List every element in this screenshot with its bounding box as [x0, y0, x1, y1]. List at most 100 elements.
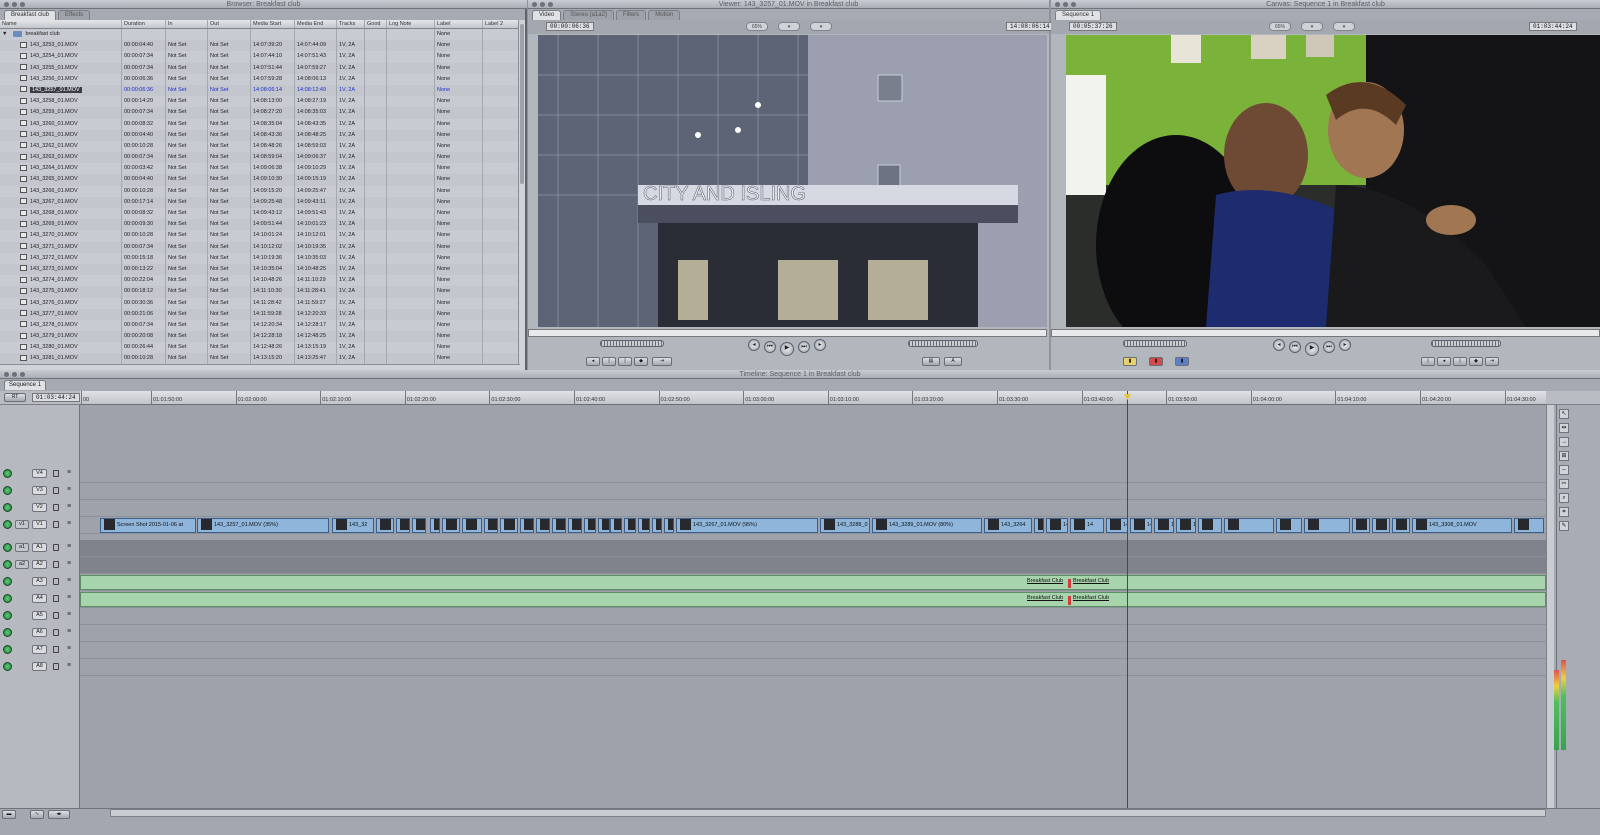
audio-lane[interactable] — [80, 625, 1546, 642]
timeline-current-timecode[interactable]: 01:03:44:24 — [32, 393, 80, 402]
canvas-prev-edit-button[interactable]: ⏮ — [1289, 341, 1301, 353]
col-media-start[interactable]: Media Start — [251, 20, 295, 28]
col-name[interactable]: Name — [0, 20, 122, 28]
browser-vertical-scrollbar[interactable] — [518, 20, 525, 370]
timeline-ruler[interactable]: 00 01:01:50:00 01:02:00:00 01:02:10:00 01:02… — [80, 391, 1546, 405]
auto-select-icon[interactable]: ≡ — [67, 662, 74, 670]
video-clip[interactable]: 143_3264 — [984, 518, 1032, 533]
col-media-end[interactable]: Media End — [295, 20, 337, 28]
canvas-mark-in-button[interactable]: | — [1421, 357, 1435, 366]
video-clip[interactable]: 143_3303 — [1106, 518, 1128, 533]
lock-icon[interactable] — [53, 629, 59, 636]
browser-row[interactable]: 143_3254_01.MOV 00:00:07:34 Not Set Not Set… — [0, 51, 520, 63]
zoom-slider-button[interactable]: ◂▸ — [48, 810, 70, 819]
video-clip[interactable] — [1372, 518, 1390, 533]
video-clip[interactable] — [568, 518, 582, 533]
lock-icon[interactable] — [53, 578, 59, 585]
video-clip[interactable] — [664, 518, 674, 533]
video-lane[interactable] — [80, 500, 1546, 517]
source-control-a2[interactable]: a2 — [15, 560, 29, 569]
browser-row[interactable]: 143_3278_01.MOV 00:00:07:34 Not Set Not Set… — [0, 319, 520, 332]
viewer-recent-clips-button[interactable]: ▤ — [922, 357, 940, 366]
auto-select-icon[interactable]: ≡ — [67, 469, 74, 477]
browser-row[interactable]: 143_3271_01.MOV 00:00:07:34 Not Set Not Set… — [0, 241, 520, 253]
video-clip[interactable]: 143_32 — [332, 518, 374, 533]
rt-popup[interactable]: RT — [4, 393, 26, 402]
audio-lane[interactable] — [80, 557, 1546, 574]
viewer-mark-out-button[interactable]: | — [618, 357, 632, 366]
viewer-play-button[interactable]: ▶ — [780, 342, 794, 356]
folder-row[interactable]: ▼ breakfast club None — [0, 29, 520, 41]
lock-icon[interactable] — [53, 595, 59, 602]
browser-row[interactable]: 143_3270_01.MOV 00:00:10:28 Not Set Not Set… — [0, 230, 520, 242]
tab-breakfast-club[interactable]: Breakfast club — [4, 10, 57, 20]
track-name[interactable]: V4 — [32, 469, 47, 478]
edit-selection-tool-icon[interactable]: ⇹ — [1559, 423, 1569, 433]
browser-row[interactable]: 143_3266_01.MOV 00:00:10:28 Not Set Not Set… — [0, 185, 520, 197]
slip-tool-icon[interactable]: ⇔ — [1559, 465, 1569, 475]
track-name[interactable]: A7 — [32, 645, 47, 654]
viewer-current-timecode[interactable]: 14:08:06:14 — [1006, 22, 1054, 31]
canvas-mark-clip-button[interactable]: ◂ — [1437, 357, 1451, 366]
source-control-v1[interactable]: v1 — [15, 520, 29, 529]
video-clip[interactable]: 143_3257_01.MOV (35%) — [197, 518, 329, 533]
auto-select-icon[interactable]: ≡ — [67, 594, 74, 602]
video-clip[interactable] — [396, 518, 410, 533]
viewer-play-in-to-out-button[interactable]: ◂ — [748, 339, 760, 351]
audio-lane[interactable] — [80, 608, 1546, 625]
auto-select-icon[interactable]: ≡ — [67, 577, 74, 585]
roll-tool-icon[interactable]: ⊞ — [1559, 451, 1569, 461]
browser-row[interactable]: 143_3261_01.MOV 00:00:04:40 Not Set Not Set… — [0, 129, 520, 141]
track-select-tool-icon[interactable]: → — [1559, 437, 1569, 447]
track-name[interactable]: A4 — [32, 594, 47, 603]
viewer-zoom-popup[interactable]: 65% — [746, 22, 768, 31]
auto-select-icon[interactable]: ≡ — [67, 560, 74, 568]
track-visibility-icon[interactable] — [3, 662, 12, 671]
video-clip[interactable] — [1198, 518, 1222, 533]
lock-icon[interactable] — [53, 612, 59, 619]
track-visibility-icon[interactable] — [3, 577, 12, 586]
canvas-jog-control[interactable] — [1431, 340, 1501, 347]
window-controls[interactable] — [4, 2, 25, 7]
video-lane[interactable] — [80, 483, 1546, 500]
tab-video[interactable]: Video — [532, 10, 562, 20]
canvas-view-popup[interactable]: ▾ — [1301, 22, 1323, 31]
video-clip[interactable] — [462, 518, 482, 533]
browser-row[interactable]: 143_3259_01.MOV 00:00:07:34 Not Set Not Set… — [0, 107, 520, 119]
browser-row[interactable]: 143_3281_01.MOV 00:00:10:28 Not Set Not Set… — [0, 353, 520, 365]
col-out[interactable]: Out — [208, 20, 251, 28]
zoom-tool-icon[interactable]: ⌕ — [1559, 493, 1569, 503]
lock-icon[interactable] — [53, 561, 59, 568]
browser-row[interactable]: 143_3253_01.MOV 00:00:04:40 Not Set Not Set… — [0, 40, 520, 52]
canvas-current-timecode[interactable]: 01:03:44:24 — [1529, 22, 1577, 31]
viewer-jog-control[interactable] — [908, 340, 978, 347]
track-visibility-icon[interactable] — [3, 628, 12, 637]
transition-marker-icon[interactable] — [1068, 596, 1071, 605]
razor-tool-icon[interactable]: ✂ — [1559, 479, 1569, 489]
lock-icon[interactable] — [53, 663, 59, 670]
video-clip[interactable] — [1224, 518, 1274, 533]
viewer-play-around-button[interactable]: ▸ — [814, 339, 826, 351]
lock-icon[interactable] — [53, 521, 59, 528]
track-visibility-icon[interactable] — [3, 503, 12, 512]
lock-icon[interactable] — [53, 504, 59, 511]
video-clip[interactable]: 143_31 — [1130, 518, 1152, 533]
window-controls[interactable] — [1055, 2, 1076, 7]
video-clip[interactable]: Screen Shot 2015-01-06 at — [100, 518, 196, 533]
col-log-note[interactable]: Log Note — [387, 20, 435, 28]
disclosure-triangle-icon[interactable]: ▼ — [2, 31, 7, 37]
browser-row[interactable]: 143_3255_01.MOV 00:00:07:34 Not Set Not Set… — [0, 62, 520, 74]
browser-row[interactable]: 143_3274_01.MOV 00:00:22:04 Not Set Not Set… — [0, 275, 520, 287]
video-clip[interactable]: 143_3308_01.MOV — [1412, 518, 1512, 533]
video-clip[interactable] — [1392, 518, 1410, 533]
video-clip[interactable] — [376, 518, 394, 533]
browser-row[interactable]: 143_3276_01.MOV 00:00:30:36 Not Set Not Set… — [0, 297, 520, 309]
viewer-generator-button[interactable]: A — [944, 357, 962, 366]
browser-row[interactable]: 143_3257_01.MOV 00:00:06:36 Not Set Not Set… — [0, 84, 520, 97]
video-clip[interactable] — [552, 518, 566, 533]
video-clip[interactable]: 143_3289_01.MOV (80%) — [872, 518, 982, 533]
video-clip[interactable] — [1304, 518, 1350, 533]
video-lane[interactable] — [80, 466, 1546, 483]
track-name[interactable]: V3 — [32, 486, 47, 495]
auto-select-icon[interactable]: ≡ — [67, 611, 74, 619]
